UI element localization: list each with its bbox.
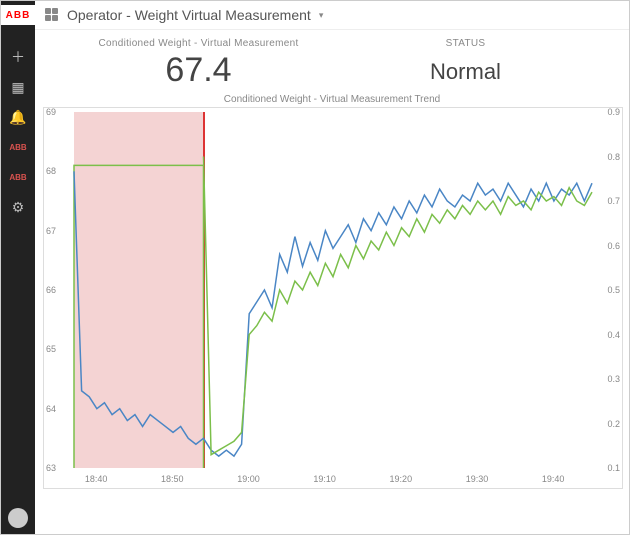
summary-row: Conditioned Weight - Virtual Measurement… — [35, 30, 629, 90]
status-label: STATUS — [332, 38, 599, 49]
metric-value: 67.4 — [65, 51, 332, 90]
status-value: Normal — [332, 59, 599, 85]
trend-chart[interactable]: 636465666768690.10.20.30.40.50.60.70.80.… — [43, 107, 623, 489]
titlebar: Operator - Weight Virtual Measurement ▾ — [35, 1, 629, 30]
abb-icon-1[interactable]: ABB — [10, 139, 26, 155]
chart-title: Conditioned Weight - Virtual Measurement… — [43, 94, 621, 105]
series-blue — [74, 171, 592, 456]
main-panel: Operator - Weight Virtual Measurement ▾ … — [35, 1, 629, 534]
grid-icon[interactable]: ▦ — [10, 79, 26, 95]
page-title: Operator - Weight Virtual Measurement — [67, 7, 311, 23]
brand-logo: ABB — [1, 5, 35, 25]
chart-area: Conditioned Weight - Virtual Measurement… — [35, 90, 629, 534]
layout-grid-icon[interactable] — [45, 8, 59, 22]
sidebar: ABB ＋ ▦ 🔔 ABB ABB ⚙ — [1, 1, 35, 534]
dropdown-caret-icon[interactable]: ▾ — [319, 10, 324, 21]
gear-icon[interactable]: ⚙ — [10, 199, 26, 215]
add-icon[interactable]: ＋ — [10, 49, 26, 65]
abb-icon-2[interactable]: ABB — [10, 169, 26, 185]
user-avatar[interactable] — [8, 508, 28, 528]
series-green — [204, 157, 593, 455]
metric-label: Conditioned Weight - Virtual Measurement — [65, 38, 332, 49]
bell-icon[interactable]: 🔔 — [10, 109, 26, 125]
chart-svg — [44, 108, 622, 488]
